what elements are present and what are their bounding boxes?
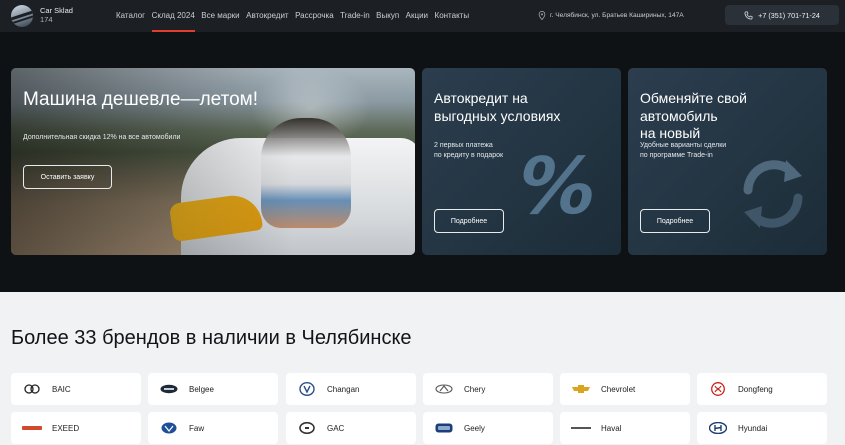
brand-card-faw[interactable]: Faw [148,412,278,444]
car-sklad-logo-icon[interactable] [11,5,33,27]
brands-section-title: Более 33 брендов в наличии в Челябинске [11,327,412,349]
nav-item-autocredit[interactable]: Автокредит [246,0,288,32]
brand-card-geely[interactable]: Geely [423,412,553,444]
nav-item-trade-in[interactable]: Trade-in [340,0,370,32]
exchange-arrows-icon [743,160,803,228]
leave-request-button[interactable]: Оставить заявку [23,165,112,189]
brand-card-dongfeng[interactable]: Dongfeng [697,373,827,405]
brand-name: Chery [464,384,486,394]
autocredit-details-button[interactable]: Подробнее [434,209,504,233]
changan-logo-icon [297,382,317,396]
faw-logo-icon [159,421,179,435]
baic-logo-icon [22,382,42,396]
summer-promo-card[interactable]: Машина дешевле—летом! Дополнительная ски… [11,68,415,255]
brand-card-gac[interactable]: GAC [286,412,416,444]
percent-icon: % [508,142,606,232]
brand-card-hyundai[interactable]: Hyundai [697,412,827,444]
brand-name: Faw [189,423,205,433]
nav-item-warehouse-2024[interactable]: Склад 2024 [151,0,195,32]
location-pin-icon [538,11,546,20]
hero-section: Машина дешевле—летом! Дополнительная ски… [0,32,845,292]
phone-number: +7 (351) 701-71-24 [758,10,820,20]
autocredit-card[interactable]: % Автокредит на выгодных условиях 2 перв… [422,68,621,255]
autocredit-title-line-1: Автокредит на [434,90,528,106]
chevrolet-logo-icon [571,382,591,396]
brand-card-changan[interactable]: Changan [286,373,416,405]
brand-name: GAC [327,423,345,433]
autocredit-title-line-2: выгодных условиях [434,107,561,124]
brand-card-baic[interactable]: BAIC [11,373,141,405]
trade-in-title: Обменяйте свой автомобиль на новый [640,90,747,143]
site-header: Car Sklad 174 Каталог Склад 2024 Все мар… [0,0,845,32]
brand-name: Hyundai [738,423,768,433]
trade-in-title-line-3: на новый [640,125,701,141]
brand-card-exeed[interactable]: EXEED [11,412,141,444]
brand-name: Belgee [189,384,214,394]
chery-logo-icon [434,382,454,396]
trade-in-title-line-2: автомобиль [640,107,718,124]
hyundai-logo-icon [708,421,728,435]
geely-logo-icon [434,421,454,435]
nav-item-catalog[interactable]: Каталог [116,0,145,32]
brand-name: EXEED [52,423,80,433]
brand-card-haval[interactable]: Haval [560,412,690,444]
trade-in-text-line-1: Удобные варианты сделки [640,142,727,149]
brand-name: Chevrolet [601,384,636,394]
exeed-logo-icon [22,421,42,435]
trade-in-title-line-1: Обменяйте свой [640,90,747,106]
gac-logo-icon [297,421,317,435]
trade-in-text-line-2: по программе Trade-in [640,152,713,160]
nav-item-buyout[interactable]: Выкуп [376,0,399,32]
logo-number[interactable]: 174 [40,16,53,24]
nav-item-contacts[interactable]: Контакты [435,0,470,32]
brand-card-chery[interactable]: Chery [423,373,553,405]
nav-item-installment[interactable]: Рассрочка [295,0,334,32]
haval-logo-icon [571,421,591,435]
brand-name: Changan [327,384,360,394]
autocredit-text: 2 первых платежа по кредиту в подарок [434,141,503,161]
address[interactable]: г. Челябинск, ул. Братьев Кашириных, 147… [538,11,684,20]
promo-text: Дополнительная скидка 12% на все автомоб… [23,134,181,141]
trade-in-card[interactable]: Обменяйте свой автомобиль на новый Удобн… [628,68,827,255]
logo-name[interactable]: Car Sklad [40,7,73,15]
brand-card-belgee[interactable]: Belgee [148,373,278,405]
belgee-logo-icon [159,382,179,396]
nav-item-promotions[interactable]: Акции [406,0,428,32]
brand-name: BAIC [52,384,71,394]
nav-item-all-brands[interactable]: Все марки [201,0,239,32]
brand-name: Dongfeng [738,384,773,394]
main-nav: Каталог Склад 2024 Все марки Автокредит … [116,0,476,32]
brand-name: Haval [601,423,622,433]
brand-name: Geely [464,423,485,433]
phone-icon [744,11,753,19]
address-text: г. Челябинск, ул. Братьев Кашириных, 147… [550,12,684,19]
promo-title: Машина дешевле—летом! [23,89,258,110]
dongfeng-logo-icon [708,382,728,396]
autocredit-title: Автокредит на выгодных условиях [434,90,560,125]
brand-card-chevrolet[interactable]: Chevrolet [560,373,690,405]
autocredit-text-line-2: по кредиту в подарок [434,152,504,160]
trade-in-text: Удобные варианты сделки по программе Tra… [640,141,726,161]
trade-in-details-button[interactable]: Подробнее [640,209,710,233]
autocredit-text-line-1: 2 первых платежа [434,142,493,149]
phone-button[interactable]: +7 (351) 701-71-24 [725,5,839,25]
